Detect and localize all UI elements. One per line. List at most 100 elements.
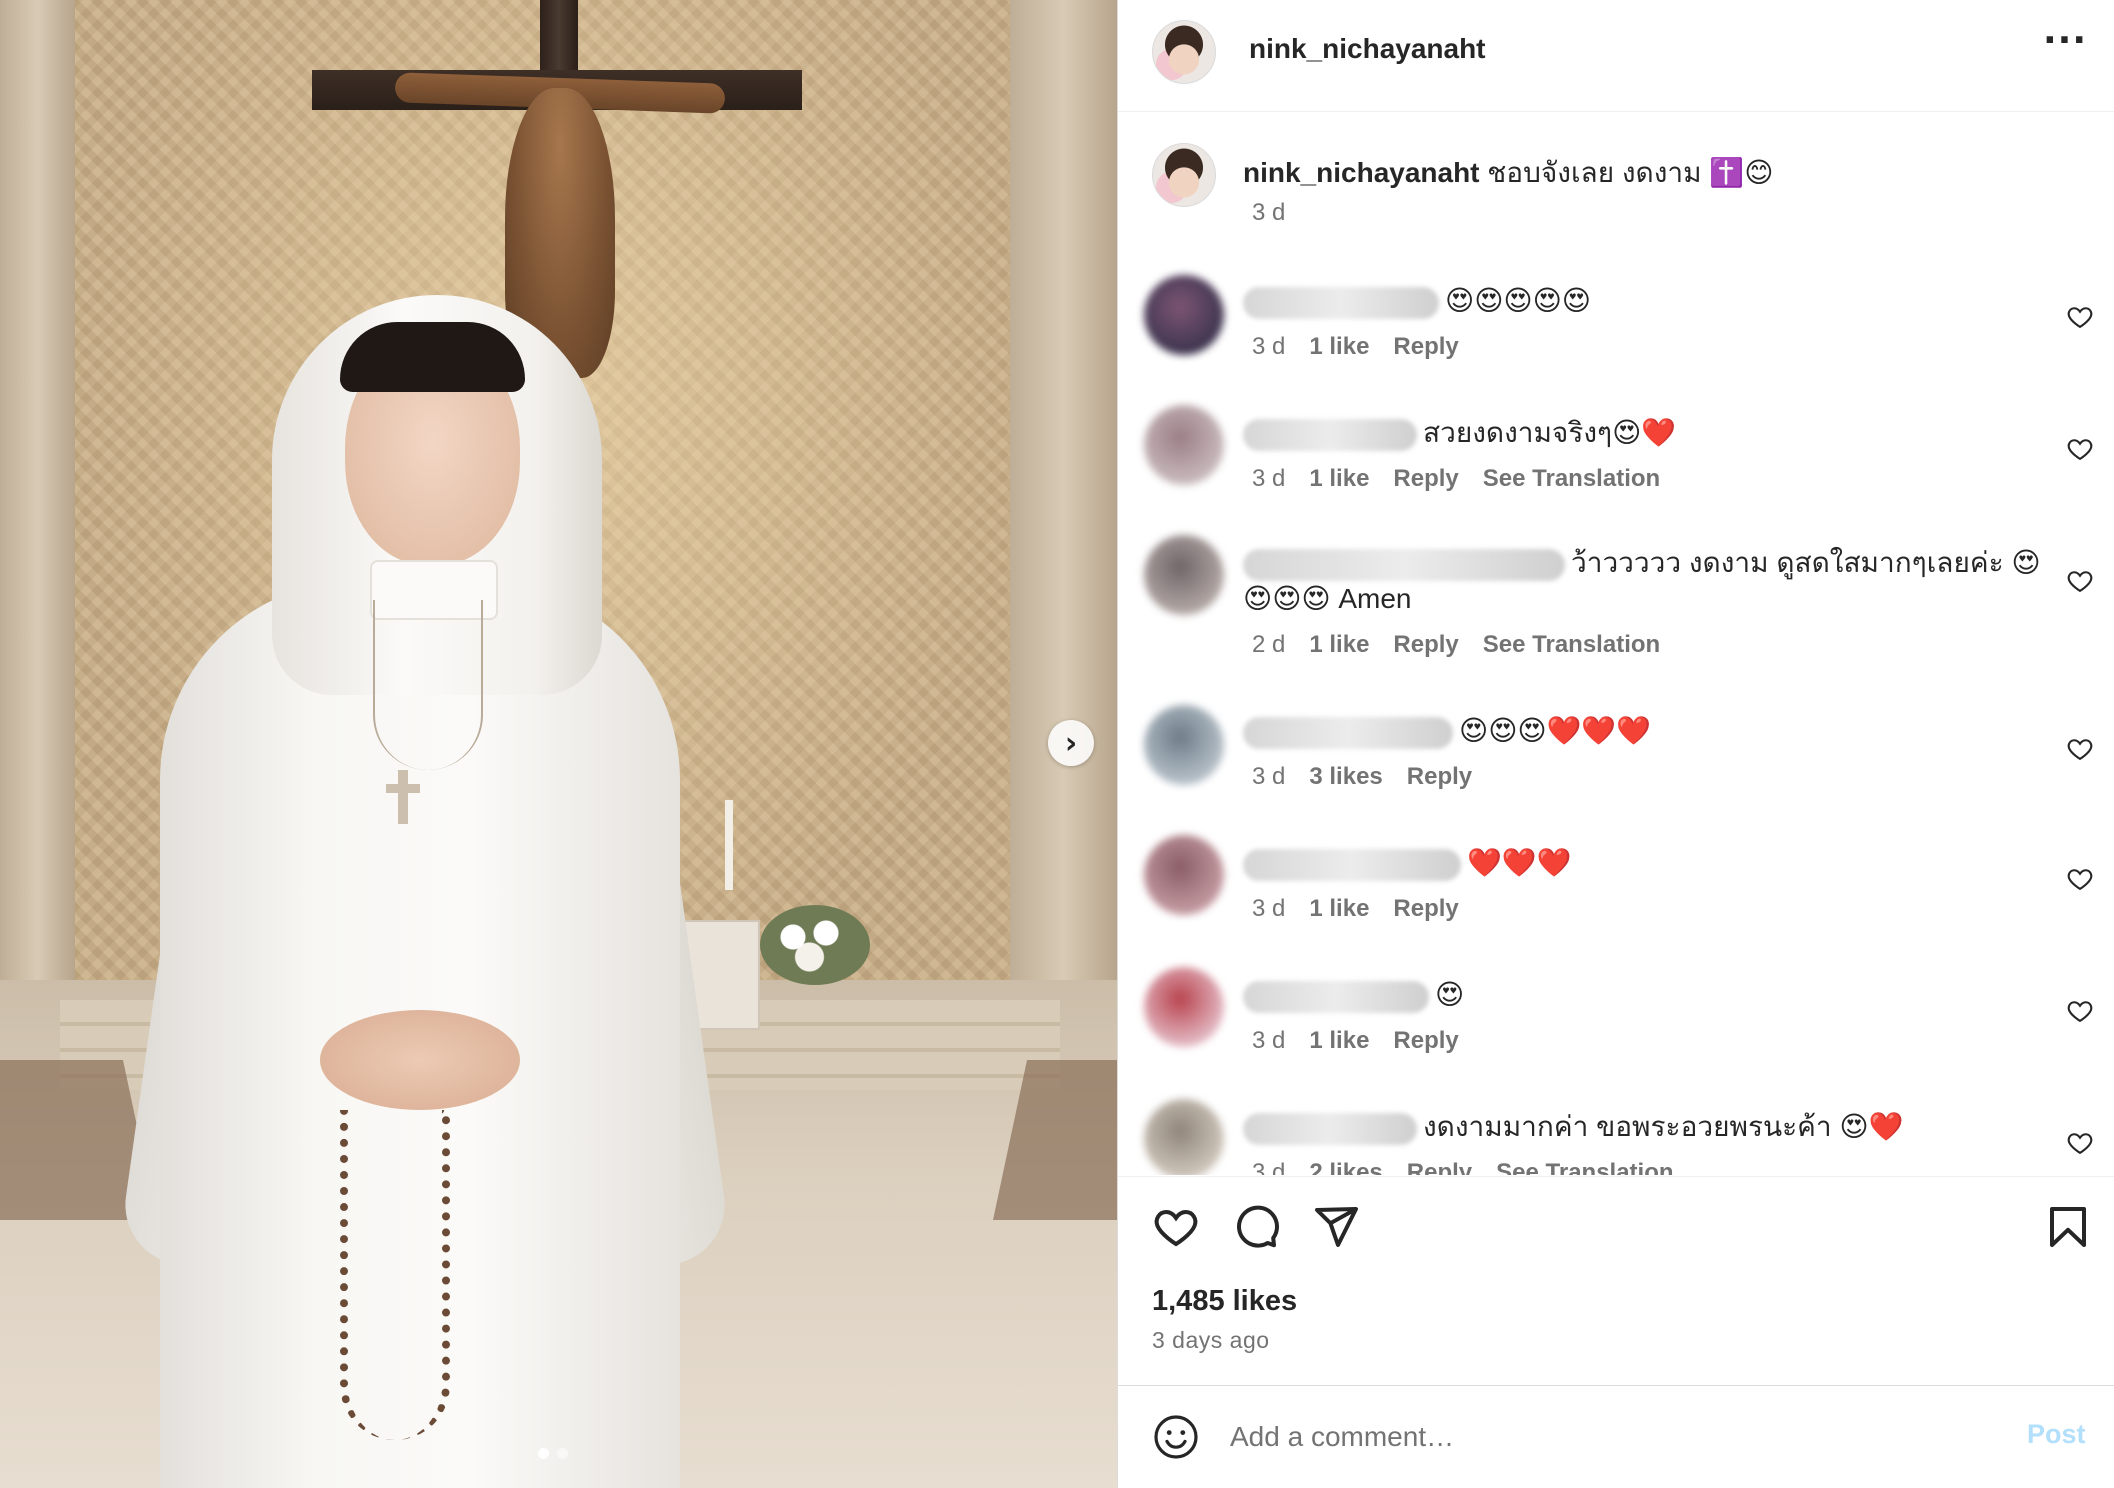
post-comment-button[interactable]: Post — [2027, 1419, 2086, 1450]
see-translation-button[interactable]: See Translation — [1483, 465, 1660, 493]
comment-likes[interactable]: 1 like — [1309, 465, 1369, 493]
comment-text: 😍😍😍😍😍 — [1243, 283, 2043, 319]
comment-body-line2: 😍😍😍 Amen — [1243, 583, 1412, 614]
comment-composer: Post — [1118, 1385, 2114, 1488]
comment-time: 3 d — [1252, 465, 1286, 492]
chevron-right-icon: › — [1064, 725, 1078, 761]
comment-text: สวยงดงามจริงๆ😍❤️ — [1243, 415, 2043, 451]
comment-reply-button[interactable]: Reply — [1393, 631, 1458, 659]
author-username[interactable]: nink_nichayanaht — [1249, 33, 1486, 65]
comment-body: ❤️❤️❤️ — [1467, 847, 1572, 878]
comment-reply-button[interactable]: Reply — [1393, 895, 1458, 923]
commenter-avatar[interactable] — [1144, 835, 1224, 915]
send-icon[interactable] — [1312, 1203, 1360, 1251]
comment-reply-button[interactable]: Reply — [1407, 763, 1472, 791]
pillar-right — [1010, 0, 1117, 1060]
see-translation-button[interactable]: See Translation — [1483, 631, 1660, 659]
nun-hands — [320, 1010, 520, 1110]
post-details-panel: nink_nichayanaht ··· nink_nichayanaht ชอ… — [1117, 0, 2114, 1488]
heart-icon[interactable] — [2066, 997, 2094, 1025]
caption-time: 3 d — [1252, 199, 1286, 226]
comment-text: งดงามมากค่า ขอพระอวยพรนะค้า 😍❤️ — [1243, 1109, 2043, 1145]
comment-text: ❤️❤️❤️ — [1243, 845, 2043, 881]
heart-icon[interactable] — [2066, 567, 2094, 595]
post-photo[interactable]: › — [0, 0, 1117, 1488]
emoji-icon[interactable] — [1152, 1413, 1200, 1461]
comment-meta: 2 d 1 like Reply See Translation — [1252, 631, 1660, 659]
commenter-avatar[interactable] — [1144, 1099, 1224, 1175]
comment-text: 😍😍😍❤️❤️❤️ — [1243, 713, 2043, 749]
author-avatar[interactable] — [1152, 20, 1216, 84]
commenter-avatar[interactable] — [1144, 705, 1224, 785]
nun-hair — [340, 322, 525, 392]
comment-time: 2 d — [1252, 631, 1286, 658]
comment-text: 😍 — [1243, 977, 2043, 1013]
commenter-username-blurred[interactable] — [1243, 548, 1565, 581]
carousel-indicator — [538, 1448, 568, 1459]
comment-input[interactable] — [1230, 1416, 1970, 1458]
heart-icon[interactable] — [2066, 735, 2094, 763]
comment-time: 3 d — [1252, 1159, 1286, 1175]
caption-text: nink_nichayanaht ชอบจังเลย งดงาม ✝️😊 — [1243, 155, 2043, 191]
comment-time: 3 d — [1252, 1027, 1286, 1054]
comment-reply-button[interactable]: Reply — [1393, 333, 1458, 361]
likes-count[interactable]: 1,485 likes — [1152, 1285, 1297, 1318]
caption-avatar[interactable] — [1152, 143, 1216, 207]
comment-likes[interactable]: 1 like — [1309, 1027, 1369, 1055]
rosary — [340, 1110, 450, 1440]
comment-time: 3 d — [1252, 895, 1286, 922]
bookmark-icon[interactable] — [2044, 1203, 2092, 1251]
heart-icon[interactable] — [2066, 865, 2094, 893]
comment-body: 😍 — [1435, 979, 1465, 1010]
comment-icon[interactable] — [1232, 1203, 1280, 1251]
comment-body: งดงามมากค่า ขอพระอวยพรนะค้า 😍❤️ — [1423, 1111, 1904, 1142]
commenter-avatar[interactable] — [1144, 405, 1224, 485]
comment-likes[interactable]: 1 like — [1309, 631, 1369, 659]
carousel-dot — [557, 1448, 568, 1459]
commenter-username-blurred[interactable] — [1243, 418, 1417, 451]
caption-username[interactable]: nink_nichayanaht — [1243, 157, 1480, 188]
carousel-dot-active — [538, 1448, 549, 1459]
candle — [725, 800, 733, 890]
heart-icon[interactable] — [2066, 435, 2094, 463]
comment-likes[interactable]: 2 likes — [1309, 1159, 1382, 1175]
commenter-username-blurred[interactable] — [1243, 980, 1429, 1013]
comment-likes[interactable]: 3 likes — [1309, 763, 1382, 791]
comment-likes[interactable]: 1 like — [1309, 895, 1369, 923]
comment-body: 😍😍😍❤️❤️❤️ — [1459, 715, 1652, 746]
flowers — [760, 905, 870, 985]
comment-meta: 3 d 1 like Reply — [1252, 333, 1459, 361]
necklace-chain — [373, 600, 483, 770]
comments-list[interactable]: nink_nichayanaht ชอบจังเลย งดงาม ✝️😊 3 d… — [1118, 113, 2114, 1175]
more-horizontal-icon: ··· — [2043, 20, 2088, 61]
heart-icon[interactable] — [2066, 1129, 2094, 1157]
more-options-button[interactable]: ··· — [2043, 20, 2087, 61]
heart-icon[interactable] — [2066, 303, 2094, 331]
comment-likes[interactable]: 1 like — [1309, 333, 1369, 361]
heart-icon[interactable] — [1152, 1203, 1200, 1251]
comment-body: ว้าววววว งดงาม ดูสดใสมากๆเลยค่ะ 😍 — [1571, 547, 2041, 578]
comment-meta: 3 d 1 like Reply — [1252, 895, 1459, 923]
comment-time: 3 d — [1252, 333, 1286, 360]
commenter-avatar[interactable] — [1144, 967, 1224, 1047]
commenter-username-blurred[interactable] — [1243, 848, 1461, 881]
see-translation-button[interactable]: See Translation — [1496, 1159, 1673, 1175]
comment-meta: 3 d 1 like Reply — [1252, 1027, 1459, 1055]
commenter-avatar[interactable] — [1144, 535, 1224, 615]
comment-reply-button[interactable]: Reply — [1407, 1159, 1472, 1175]
pendant-cross — [386, 770, 420, 824]
comment-meta: 3 d 3 likes Reply — [1252, 763, 1472, 791]
caption-body: ชอบจังเลย งดงาม ✝️😊 — [1487, 157, 1774, 188]
comment-meta: 3 d 2 likes Reply See Translation — [1252, 1159, 1674, 1175]
comment-reply-button[interactable]: Reply — [1393, 1027, 1458, 1055]
caption-meta: 3 d — [1252, 199, 1285, 227]
commenter-username-blurred[interactable] — [1243, 716, 1453, 749]
post-header: nink_nichayanaht ··· — [1118, 0, 2114, 112]
commenter-username-blurred[interactable] — [1243, 286, 1439, 319]
commenter-username-blurred[interactable] — [1243, 1112, 1417, 1145]
pillar-left — [0, 0, 75, 1060]
comment-body: สวยงดงามจริงๆ😍❤️ — [1423, 417, 1677, 448]
carousel-next-button[interactable]: › — [1048, 720, 1094, 766]
commenter-avatar[interactable] — [1144, 275, 1224, 355]
comment-reply-button[interactable]: Reply — [1393, 465, 1458, 493]
